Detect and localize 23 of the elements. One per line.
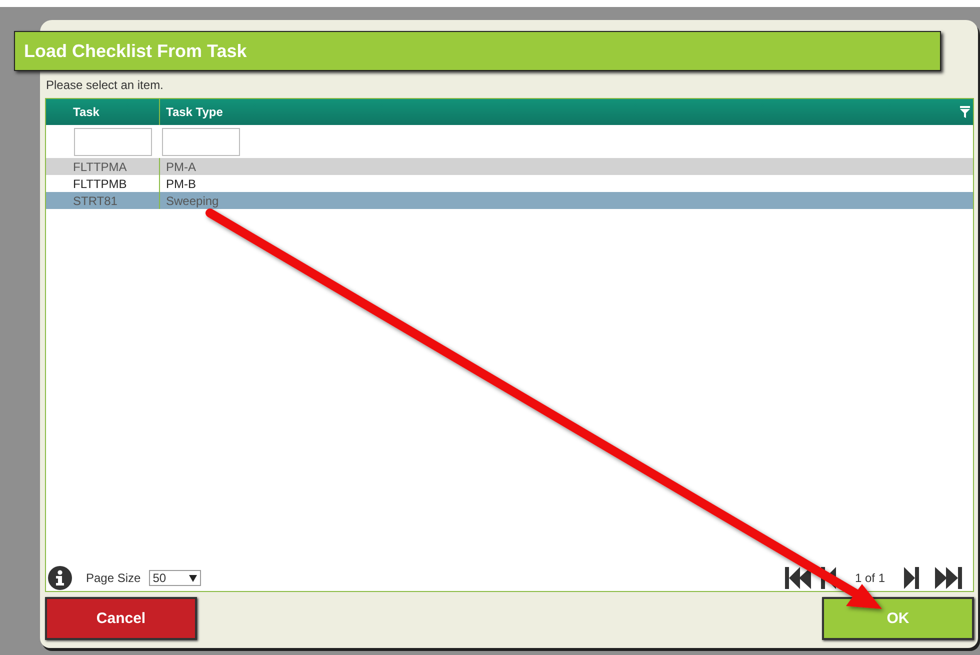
dropdown-arrow-icon bbox=[188, 574, 197, 582]
table-cell: STRT81 bbox=[46, 192, 160, 209]
page-size-select[interactable]: 50 bbox=[148, 570, 201, 586]
previous-page-icon[interactable] bbox=[820, 567, 837, 589]
filter-icon[interactable] bbox=[960, 106, 970, 118]
grid-row[interactable]: FLTTPMA PM-A bbox=[46, 158, 973, 175]
column-header[interactable]: Task bbox=[46, 99, 160, 125]
grid-row[interactable]: STRT81 Sweeping bbox=[46, 192, 973, 209]
next-page-icon[interactable] bbox=[903, 567, 919, 589]
table-cell-text: PM-B bbox=[165, 176, 197, 192]
filter-field[interactable] bbox=[162, 128, 240, 156]
filter-field[interactable] bbox=[74, 128, 152, 156]
page-info: 1 of 1 bbox=[854, 571, 885, 585]
cancel-button[interactable]: Cancel bbox=[45, 597, 197, 640]
page-size-label: Page Size bbox=[86, 571, 141, 585]
table-cell-text: PM-A bbox=[165, 158, 197, 175]
table-cell-text: Sweeping bbox=[165, 192, 220, 209]
dialog-title: Load Checklist From Task bbox=[14, 31, 941, 71]
column-header[interactable]: Task Type bbox=[160, 99, 960, 125]
first-page-icon[interactable] bbox=[784, 567, 813, 589]
info-icon[interactable] bbox=[48, 566, 72, 590]
last-page-icon[interactable] bbox=[935, 567, 963, 589]
prompt-text: Please select an item. bbox=[46, 78, 164, 92]
